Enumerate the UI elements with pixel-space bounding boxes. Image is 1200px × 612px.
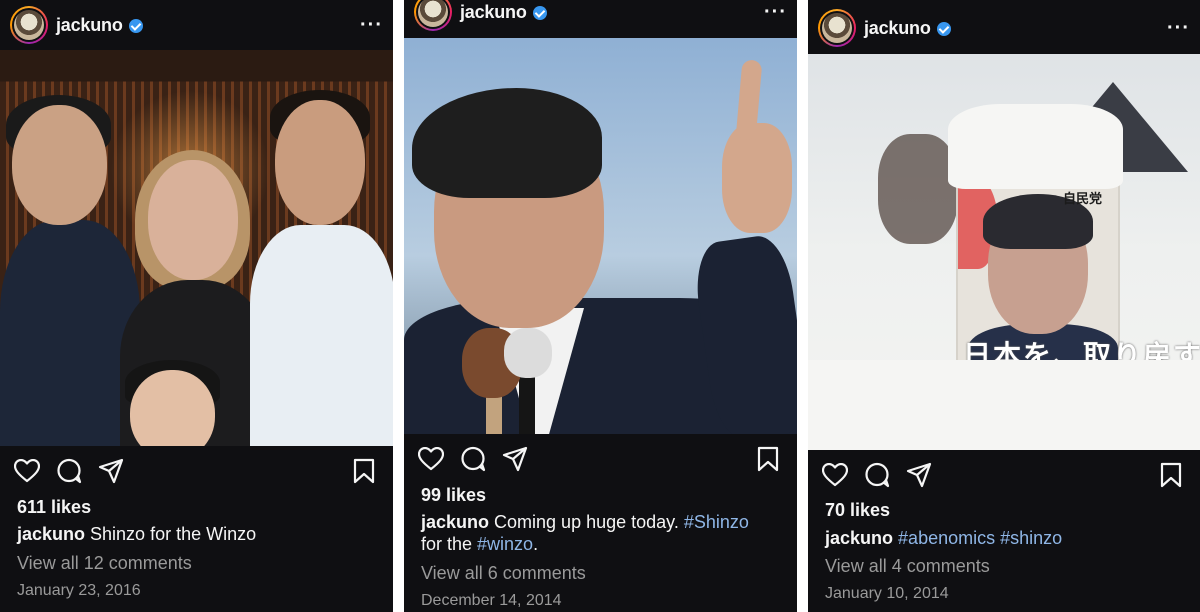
view-comments-link[interactable]: View all 6 comments bbox=[421, 563, 586, 584]
likes-count[interactable]: 99 likes bbox=[421, 485, 486, 506]
post-header: jackuno ··· bbox=[404, 0, 797, 38]
view-comments-link[interactable]: View all 12 comments bbox=[17, 553, 192, 574]
caption-text: Shinzo for the Winzo bbox=[85, 524, 257, 544]
post-photo[interactable] bbox=[404, 38, 797, 434]
hashtag-link[interactable]: #winzo bbox=[477, 534, 533, 554]
hashtag-link[interactable]: #Shinzo bbox=[684, 512, 749, 532]
comment-icon[interactable] bbox=[56, 458, 82, 484]
caption-username[interactable]: jackuno bbox=[825, 528, 893, 548]
caption: jackuno Shinzo for the Winzo bbox=[17, 523, 379, 545]
post-date: January 10, 2014 bbox=[825, 585, 949, 602]
poster-party-text: 自民党 bbox=[1063, 192, 1103, 207]
post-photo[interactable]: 自民党 日本を、取り戻す bbox=[808, 54, 1200, 450]
verified-badge-icon bbox=[532, 6, 547, 20]
username[interactable]: jackuno bbox=[864, 18, 931, 39]
post-card: jackuno ··· 99 likes jackuno Coming up h… bbox=[404, 0, 797, 612]
caption: jackuno Coming up huge today. #Shinzo for… bbox=[421, 511, 783, 555]
action-bar bbox=[822, 461, 1182, 489]
post-header: jackuno ··· bbox=[0, 0, 393, 50]
view-comments-link[interactable]: View all 4 comments bbox=[825, 556, 990, 577]
caption-username[interactable]: jackuno bbox=[17, 524, 85, 544]
hashtag-link[interactable]: #shinzo bbox=[1000, 528, 1062, 548]
share-icon[interactable] bbox=[906, 462, 932, 488]
share-icon[interactable] bbox=[98, 458, 124, 484]
avatar[interactable] bbox=[818, 9, 856, 47]
bookmark-icon[interactable] bbox=[757, 446, 779, 472]
verified-badge-icon bbox=[936, 22, 951, 36]
post-date: December 14, 2014 bbox=[421, 592, 562, 609]
more-options-icon[interactable]: ··· bbox=[1167, 17, 1190, 40]
hashtag-link[interactable]: #abenomics bbox=[898, 528, 995, 548]
likes-count[interactable]: 611 likes bbox=[17, 497, 91, 518]
caption-text: Coming up huge today. bbox=[489, 512, 684, 532]
share-icon[interactable] bbox=[502, 446, 528, 472]
heart-icon[interactable] bbox=[822, 463, 848, 487]
action-bar bbox=[14, 457, 375, 485]
comment-icon[interactable] bbox=[460, 446, 486, 472]
caption: jackuno #abenomics #shinzo bbox=[825, 527, 1186, 549]
post-card: jackuno ··· 611 likes jackuno Shinzo for… bbox=[0, 0, 393, 612]
username[interactable]: jackuno bbox=[460, 2, 527, 23]
more-options-icon[interactable]: ··· bbox=[360, 14, 383, 37]
heart-icon[interactable] bbox=[418, 447, 444, 471]
bookmark-icon[interactable] bbox=[1160, 462, 1182, 488]
post-date: January 23, 2016 bbox=[17, 582, 141, 599]
post-photo[interactable] bbox=[0, 50, 393, 446]
comment-icon[interactable] bbox=[864, 462, 890, 488]
action-bar bbox=[418, 445, 779, 473]
post-card: jackuno ··· 自民党 日本を、取り戻す 70 likes jackun… bbox=[808, 0, 1200, 612]
username[interactable]: jackuno bbox=[56, 15, 123, 36]
bookmark-icon[interactable] bbox=[353, 458, 375, 484]
caption-text: . bbox=[533, 534, 539, 554]
more-options-icon[interactable]: ··· bbox=[764, 1, 787, 24]
caption-text: for the bbox=[421, 534, 478, 554]
avatar[interactable] bbox=[414, 0, 452, 31]
likes-count[interactable]: 70 likes bbox=[825, 500, 890, 521]
verified-badge-icon bbox=[128, 19, 143, 33]
avatar[interactable] bbox=[10, 6, 48, 44]
heart-icon[interactable] bbox=[14, 459, 40, 483]
post-header: jackuno ··· bbox=[808, 2, 1200, 54]
caption-username[interactable]: jackuno bbox=[421, 512, 489, 532]
